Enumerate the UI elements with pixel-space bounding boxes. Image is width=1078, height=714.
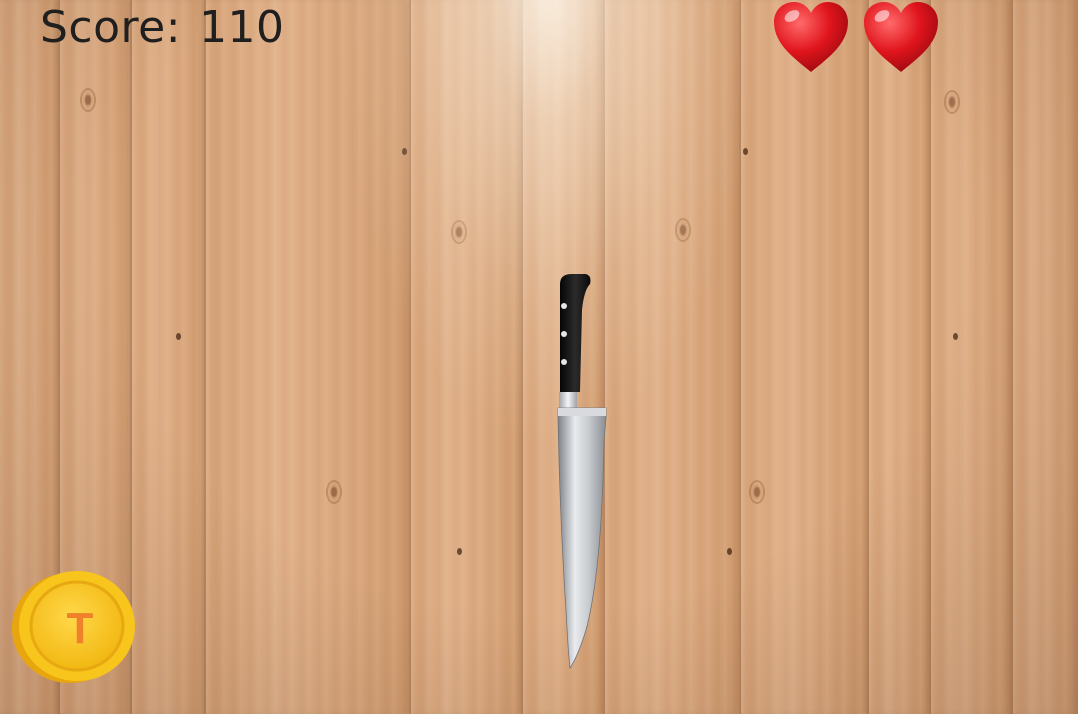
- wood-plank: [931, 0, 1013, 714]
- wood-dot: [743, 148, 748, 155]
- wood-dot: [402, 148, 407, 155]
- wood-plank: [411, 0, 523, 714]
- score-display: Score: 110: [40, 2, 285, 53]
- wood-plank: [206, 0, 411, 714]
- wood-plank: [741, 0, 869, 714]
- wood-knot: [326, 480, 342, 504]
- chef-knife-svg: [557, 274, 607, 670]
- chef-knife-icon[interactable]: [548, 270, 612, 675]
- coin-icon: T: [12, 571, 135, 683]
- coin-button[interactable]: T: [10, 570, 140, 691]
- wood-dot: [457, 548, 462, 555]
- wood-background: [0, 0, 1078, 714]
- wood-knot: [749, 480, 765, 504]
- heart-icon: [862, 0, 940, 74]
- wood-knot: [944, 90, 960, 114]
- handle-rivet: [561, 303, 567, 309]
- wood-plank: [869, 0, 931, 714]
- wood-dot: [176, 333, 181, 340]
- game-stage[interactable]: Score: 110 T: [0, 0, 1078, 714]
- wood-plank: [1013, 0, 1078, 714]
- wood-plank: [132, 0, 206, 714]
- handle-rivet: [561, 331, 567, 337]
- score-label: Score:: [40, 2, 182, 53]
- wood-plank: [605, 0, 741, 714]
- knife-bolster: [559, 392, 577, 408]
- wood-knot: [675, 218, 691, 242]
- score-value: 110: [199, 2, 285, 53]
- wood-dot: [727, 548, 732, 555]
- heart-icon: [772, 0, 850, 74]
- lives-indicator: [772, 0, 940, 74]
- handle-rivet: [561, 359, 567, 365]
- knife-blade: [557, 407, 607, 670]
- wood-dot: [953, 333, 958, 340]
- wood-knot: [80, 88, 96, 112]
- wood-knot: [451, 220, 467, 244]
- blade-spine: [558, 408, 606, 416]
- coin-letter: T: [67, 604, 94, 653]
